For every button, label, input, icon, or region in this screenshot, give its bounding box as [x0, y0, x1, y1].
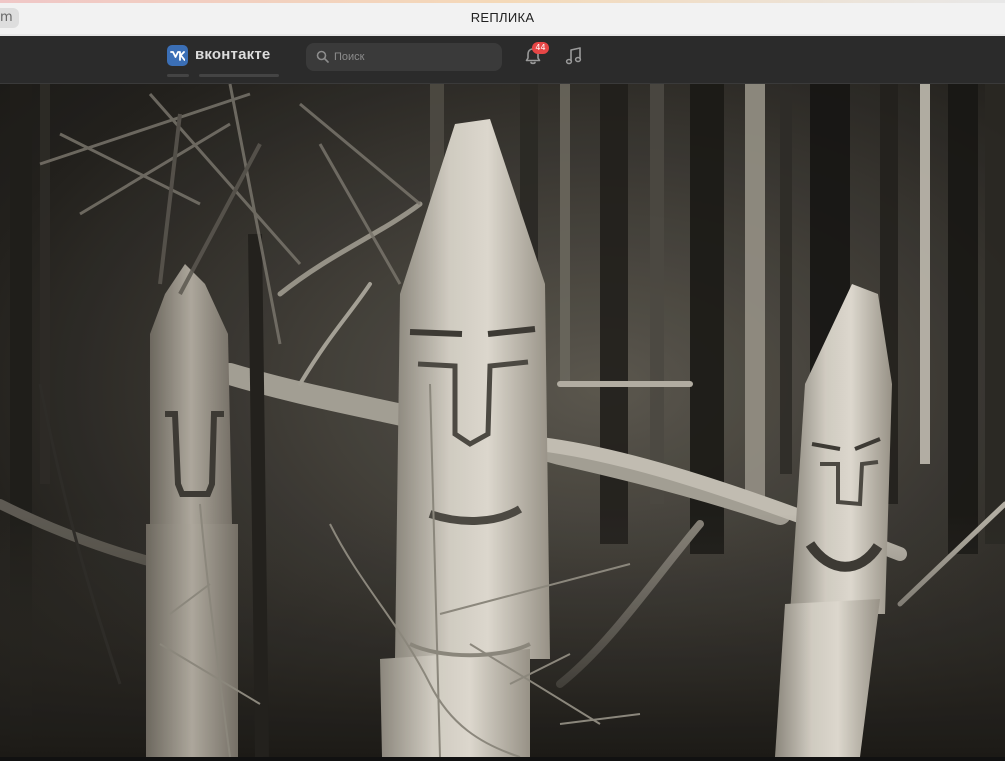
search-box[interactable]	[306, 43, 502, 71]
notification-badge: 44	[532, 42, 549, 54]
bottom-edge	[0, 757, 1005, 761]
page-title: REПЛИКА	[470, 10, 535, 25]
vk-header: вконтакте 44	[0, 36, 1005, 84]
sepia-tint	[0, 84, 1005, 757]
post-photo[interactable]	[0, 84, 1005, 757]
vk-logo-icon[interactable]	[167, 45, 188, 66]
breadcrumb	[167, 74, 283, 80]
photo-illustration	[0, 84, 1005, 757]
search-input[interactable]	[334, 47, 494, 67]
search-icon	[316, 50, 329, 63]
browser-title-bar: m REПЛИКА	[0, 0, 1005, 36]
vk-logo-glyph	[170, 50, 185, 61]
vk-wordmark[interactable]: вконтакте	[195, 45, 270, 65]
music-note-icon[interactable]	[563, 45, 585, 67]
